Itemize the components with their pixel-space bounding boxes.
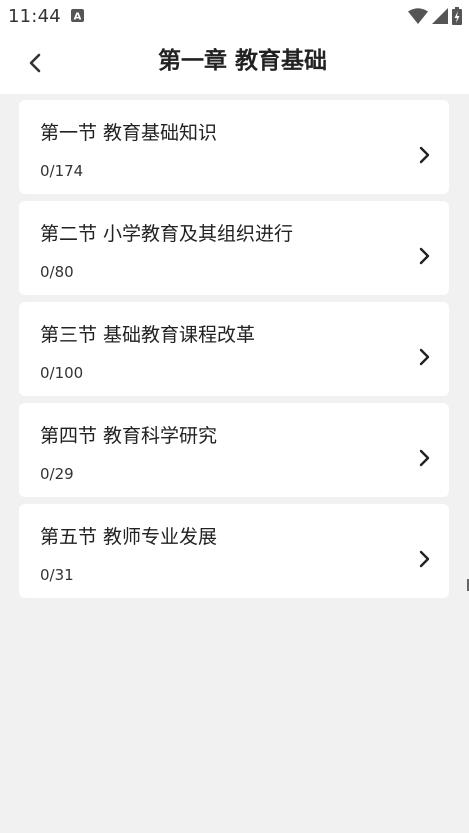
page-title: 第一章 教育基础 — [157, 48, 327, 74]
section-item-2[interactable]: 第二节 小学教育及其组织进行 0/80 — [19, 201, 449, 295]
notification-a-icon: A — [71, 9, 84, 22]
section-item-5[interactable]: 第五节 教师专业发展 0/31 — [19, 504, 449, 598]
chevron-right-icon — [419, 550, 430, 568]
section-item-3[interactable]: 第三节 基础教育课程改革 0/100 — [19, 302, 449, 396]
section-progress: 0/174 — [40, 162, 84, 180]
chevron-right-icon — [419, 449, 430, 467]
status-time: 11:44 — [8, 6, 61, 27]
section-progress: 0/29 — [40, 465, 74, 483]
svg-text:A: A — [74, 12, 82, 23]
chevron-right-icon — [419, 247, 430, 265]
app-header: 第一章 教育基础 — [0, 32, 469, 94]
section-item-4[interactable]: 第四节 教育科学研究 0/29 — [19, 403, 449, 497]
section-title: 第一节 教育基础知识 — [40, 122, 218, 144]
signal-icon — [432, 8, 448, 24]
chevron-right-icon — [419, 348, 430, 366]
section-title: 第五节 教师专业发展 — [40, 526, 218, 548]
section-progress: 0/80 — [40, 263, 74, 281]
section-item-1[interactable]: 第一节 教育基础知识 0/174 — [19, 100, 449, 194]
battery-icon — [452, 7, 462, 25]
chevron-right-icon — [419, 146, 430, 164]
section-list: 第一节 教育基础知识 0/174 第二节 小学教育及其组织进行 0/80 第三节… — [19, 100, 449, 605]
status-bar: 11:44 A — [0, 0, 469, 32]
section-title: 第三节 基础教育课程改革 — [40, 324, 256, 346]
section-progress: 0/100 — [40, 364, 84, 382]
status-icons — [408, 7, 462, 25]
section-title: 第四节 教育科学研究 — [40, 425, 218, 447]
wifi-icon — [408, 8, 428, 24]
section-title: 第二节 小学教育及其组织进行 — [40, 223, 294, 245]
section-progress: 0/31 — [40, 566, 74, 584]
